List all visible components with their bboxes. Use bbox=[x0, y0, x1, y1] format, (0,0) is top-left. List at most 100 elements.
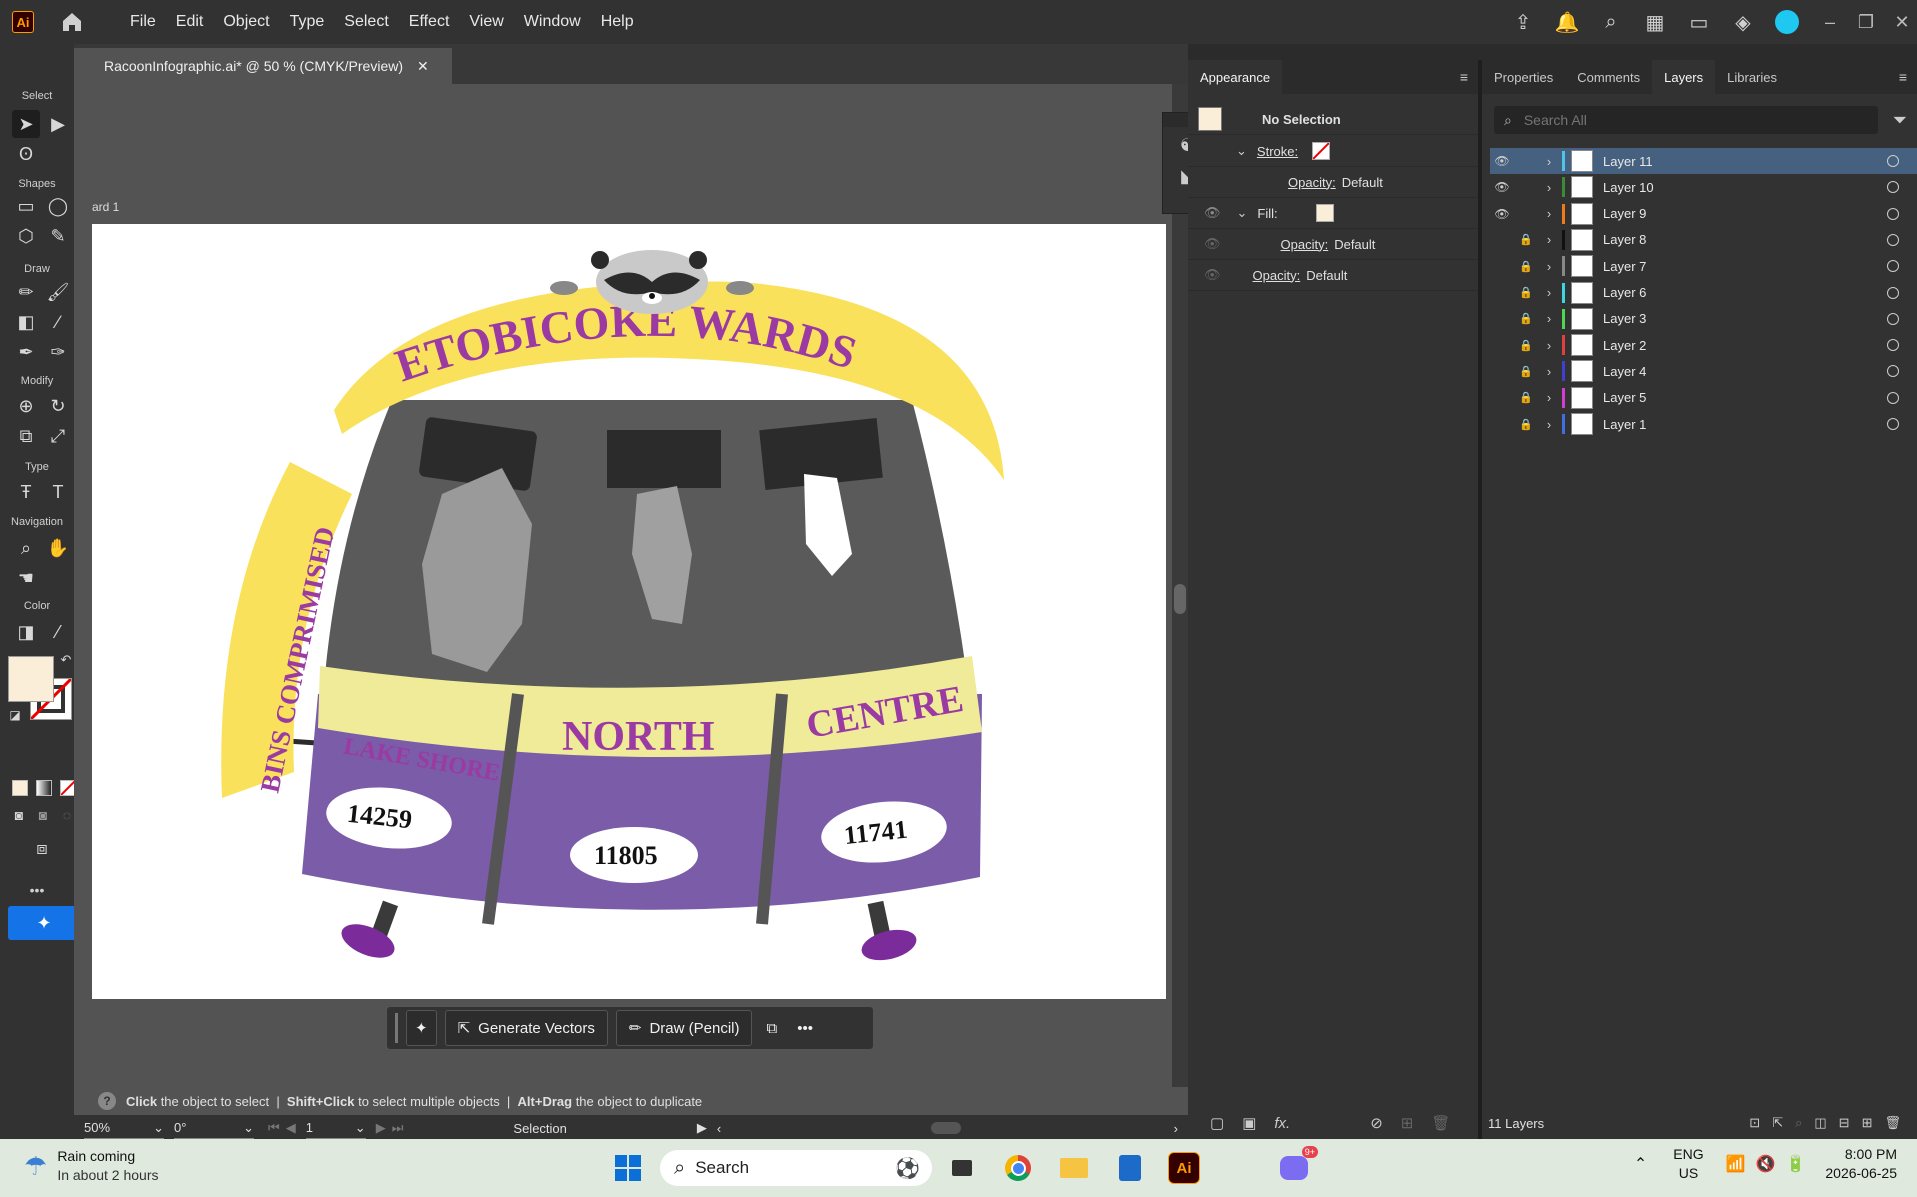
menu-help[interactable]: Help bbox=[591, 13, 644, 31]
direct-selection-tool-icon[interactable]: ▶ bbox=[44, 110, 72, 138]
menu-type[interactable]: Type bbox=[280, 13, 335, 31]
close-icon[interactable]: ✕ bbox=[1887, 7, 1917, 37]
stroke-opacity-label[interactable]: Opacity: bbox=[1288, 175, 1336, 190]
ai-sparkle-icon[interactable]: ✦ bbox=[406, 1010, 437, 1046]
zoom-tool-icon[interactable]: ⌕ bbox=[12, 534, 40, 562]
collect-export-icon[interactable]: ⊡ bbox=[1749, 1115, 1760, 1131]
screen-mode-icon[interactable]: ⧈ bbox=[28, 834, 56, 862]
panel-menu-icon[interactable]: ≡ bbox=[1460, 69, 1468, 85]
scale-tool-icon[interactable]: ⤢ bbox=[44, 422, 72, 450]
fill-swatch[interactable] bbox=[8, 656, 54, 702]
eraser-tool-icon[interactable]: ◧ bbox=[12, 308, 40, 336]
tab-properties[interactable]: Properties bbox=[1482, 60, 1565, 94]
type-tool-icon[interactable]: T bbox=[44, 478, 72, 506]
rotate-tool-icon[interactable]: ↻ bbox=[44, 392, 72, 420]
eye-hidden-icon[interactable] bbox=[1490, 412, 1514, 436]
chevron-right-icon[interactable]: › bbox=[1538, 390, 1560, 405]
menu-edit[interactable]: Edit bbox=[166, 13, 214, 31]
stroke-opacity-row[interactable]: Opacity: Default bbox=[1188, 167, 1478, 198]
fill-opacity-label[interactable]: Opacity: bbox=[1281, 237, 1329, 252]
lock-icon[interactable]: 🔒 bbox=[1514, 233, 1538, 246]
tab-appearance[interactable]: Appearance bbox=[1188, 60, 1283, 94]
filter-icon[interactable]: ⏷ bbox=[1893, 110, 1907, 131]
delete-item-icon[interactable]: 🗑 bbox=[1431, 1114, 1450, 1132]
stroke-row[interactable]: ⌄ Stroke: bbox=[1188, 136, 1478, 167]
menu-effect[interactable]: Effect bbox=[399, 13, 460, 31]
curvature-tool-icon[interactable]: ✑ bbox=[44, 338, 72, 366]
hscroll-thumb[interactable] bbox=[931, 1122, 962, 1134]
rectangle-tool-icon[interactable]: ▭ bbox=[12, 192, 40, 220]
layer-row[interactable]: 👁 › Layer 11 bbox=[1490, 148, 1917, 174]
delete-layer-icon[interactable]: 🗑 bbox=[1884, 1115, 1901, 1131]
notepad-icon[interactable] bbox=[1114, 1152, 1146, 1184]
layer-name[interactable]: Layer 9 bbox=[1603, 206, 1646, 221]
lock-icon[interactable]: 🔒 bbox=[1514, 339, 1538, 352]
document-tab[interactable]: RacoonInfographic.ai* @ 50 % (CMYK/Previ… bbox=[74, 48, 452, 84]
lock-icon[interactable]: 🔒 bbox=[1514, 391, 1538, 404]
prev-artboard-icon[interactable]: ◀ bbox=[286, 1120, 296, 1136]
fill-swatch-panel[interactable] bbox=[1315, 204, 1334, 222]
image-trace-icon[interactable]: ⧉ bbox=[760, 1011, 783, 1045]
layer-row[interactable]: 🔒 › Layer 6 bbox=[1490, 280, 1917, 306]
chevron-right-icon[interactable]: › bbox=[1538, 259, 1560, 274]
lock-icon[interactable]: 🔒 bbox=[1514, 260, 1538, 273]
layer-target-icon[interactable] bbox=[1887, 339, 1899, 352]
discover-icon[interactable]: ◈ bbox=[1730, 9, 1756, 35]
layer-row[interactable]: 🔒 › Layer 8 bbox=[1490, 227, 1917, 253]
menu-view[interactable]: View bbox=[459, 13, 513, 31]
artboard-number-field[interactable]: 1 ⌄ bbox=[305, 1118, 366, 1139]
ctx-drag-handle[interactable] bbox=[395, 1013, 398, 1043]
export-icon[interactable]: ⇱ bbox=[1772, 1115, 1783, 1131]
share-icon[interactable]: ⇪ bbox=[1510, 9, 1536, 35]
layer-target-icon[interactable] bbox=[1887, 233, 1899, 246]
eye-icon[interactable]: 👁 bbox=[1490, 202, 1514, 226]
eye-icon[interactable]: 👁 bbox=[1490, 175, 1514, 199]
next-artboard-icon[interactable]: ▶ bbox=[376, 1120, 386, 1136]
last-artboard-icon[interactable]: ⏭ bbox=[392, 1120, 404, 1136]
gradient-mode-icon[interactable] bbox=[36, 780, 52, 796]
battery-icon[interactable]: 🔋 bbox=[1785, 1154, 1805, 1174]
windows-start-icon[interactable] bbox=[612, 1152, 644, 1184]
racoon-infographic[interactable]: BINS COMPRIMISED LAKE SHORE NORTH CENTRE… bbox=[92, 224, 1166, 999]
chevron-right-icon[interactable]: › bbox=[1538, 311, 1560, 326]
scroll-thumb[interactable] bbox=[1174, 584, 1186, 614]
layer-target-icon[interactable] bbox=[1887, 155, 1899, 167]
layer-target-icon[interactable] bbox=[1887, 391, 1899, 404]
layer-search-field[interactable]: ⌕ bbox=[1494, 106, 1878, 134]
add-stroke-icon[interactable]: ▢ bbox=[1210, 1114, 1224, 1132]
object-opacity-row[interactable]: 👁 Opacity: Default bbox=[1188, 260, 1478, 291]
brush-tool-icon[interactable]: 🖌 bbox=[44, 278, 72, 306]
generate-vectors-button[interactable]: ⇱ Generate Vectors bbox=[444, 1010, 608, 1046]
pencil-tool-icon[interactable]: ✏ bbox=[12, 278, 40, 306]
taskbar-search[interactable]: ⌕ Search ⚽ bbox=[660, 1150, 932, 1186]
duplicate-item-icon[interactable]: ⊞ bbox=[1401, 1114, 1414, 1132]
new-layer-icon[interactable]: ⊞ bbox=[1862, 1115, 1873, 1131]
layer-name[interactable]: Layer 2 bbox=[1603, 338, 1646, 353]
panel-menu-icon[interactable]: ≡ bbox=[1899, 69, 1907, 85]
clear-appearance-icon[interactable]: ⊘ bbox=[1370, 1114, 1383, 1132]
chevron-right-icon[interactable]: › bbox=[1538, 206, 1560, 221]
layer-name[interactable]: Layer 7 bbox=[1603, 259, 1646, 274]
layer-row[interactable]: 🔒 › Layer 7 bbox=[1490, 253, 1917, 279]
chevron-right-icon[interactable]: › bbox=[1538, 364, 1560, 379]
chevron-down-icon[interactable]: ⌄ bbox=[1236, 143, 1247, 159]
eyedropper-tool-icon[interactable]: ⁄ bbox=[44, 618, 72, 646]
layer-row[interactable]: 🔒 › Layer 5 bbox=[1490, 385, 1917, 411]
layer-name[interactable]: Layer 8 bbox=[1603, 232, 1646, 247]
lock-icon[interactable]: 🔒 bbox=[1514, 418, 1538, 431]
minimize-icon[interactable]: – bbox=[1815, 7, 1845, 37]
fx-icon[interactable]: fx. bbox=[1274, 1115, 1290, 1132]
hand-tool-icon[interactable]: ✋ bbox=[44, 534, 72, 562]
eye-hidden-icon[interactable] bbox=[1490, 307, 1514, 331]
fill-visibility-icon[interactable]: 👁 bbox=[1204, 205, 1221, 221]
chevron-right-icon[interactable]: › bbox=[1538, 180, 1560, 195]
polygon-tool-icon[interactable]: ⬡ bbox=[12, 222, 40, 250]
shaper-tool-icon[interactable]: ✎ bbox=[44, 222, 72, 250]
chevron-right-icon[interactable]: › bbox=[1538, 285, 1560, 300]
locate-object-icon[interactable]: ⌕ bbox=[1795, 1115, 1802, 1131]
chevron-down-icon[interactable]: ⌄ bbox=[1237, 205, 1248, 221]
eye-hidden-icon[interactable] bbox=[1490, 386, 1514, 410]
home-icon[interactable] bbox=[60, 10, 84, 34]
pen-tool-icon[interactable]: ✒ bbox=[12, 338, 40, 366]
fill-opacity-row[interactable]: 👁 Opacity: Default bbox=[1188, 229, 1478, 260]
